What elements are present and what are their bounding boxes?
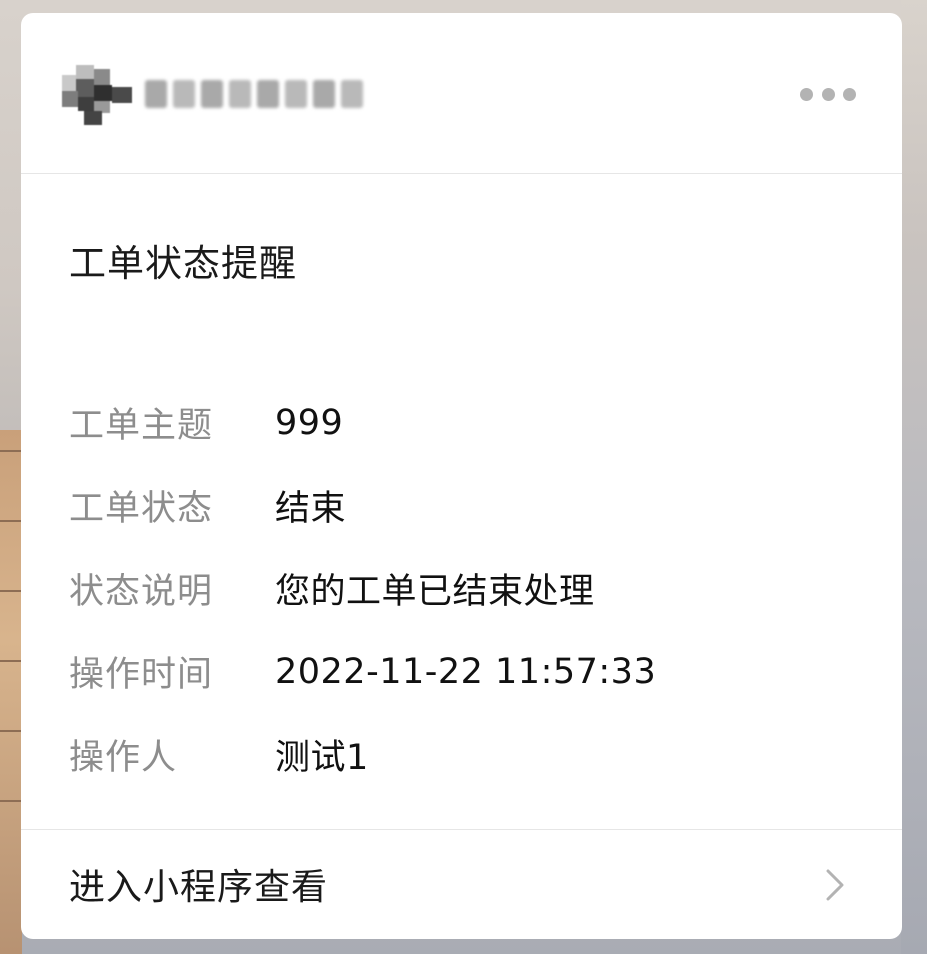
message-card: 工单状态提醒 工单主题 999 工单状态 结束 状态说明 您的工单已结束处理 操… xyxy=(21,13,902,939)
avatar[interactable] xyxy=(62,65,134,125)
field-label: 状态说明 xyxy=(69,572,214,612)
background-left-strip xyxy=(0,430,22,954)
field-value: 999 xyxy=(275,402,344,443)
field-row-time: 操作时间 2022-11-22 11:57:33 xyxy=(69,630,849,713)
field-value: 您的工单已结束处理 xyxy=(275,572,595,612)
field-row-subject: 工单主题 999 xyxy=(69,381,849,464)
field-row-status: 工单状态 结束 xyxy=(69,464,849,547)
open-mini-program-label: 进入小程序查看 xyxy=(69,867,329,908)
chevron-right-icon xyxy=(826,869,844,901)
more-horizontal-icon[interactable] xyxy=(800,85,856,103)
field-row-operator: 操作人 测试1 xyxy=(69,713,849,796)
field-label: 工单主题 xyxy=(69,406,214,446)
card-title: 工单状态提醒 xyxy=(69,242,297,285)
field-value: 2022-11-22 11:57:33 xyxy=(275,651,657,692)
field-label: 操作人 xyxy=(69,738,178,778)
field-value: 测试1 xyxy=(275,738,369,778)
field-row-description: 状态说明 您的工单已结束处理 xyxy=(69,547,849,630)
field-label: 工单状态 xyxy=(69,489,214,529)
field-label: 操作时间 xyxy=(69,655,214,695)
field-value: 结束 xyxy=(275,489,347,529)
field-list: 工单主题 999 工单状态 结束 状态说明 您的工单已结束处理 操作时间 202… xyxy=(69,381,849,796)
open-mini-program-link[interactable]: 进入小程序查看 xyxy=(21,829,902,939)
account-name-blurred xyxy=(145,73,375,115)
background-right-strip xyxy=(901,0,927,954)
card-header xyxy=(21,13,902,174)
